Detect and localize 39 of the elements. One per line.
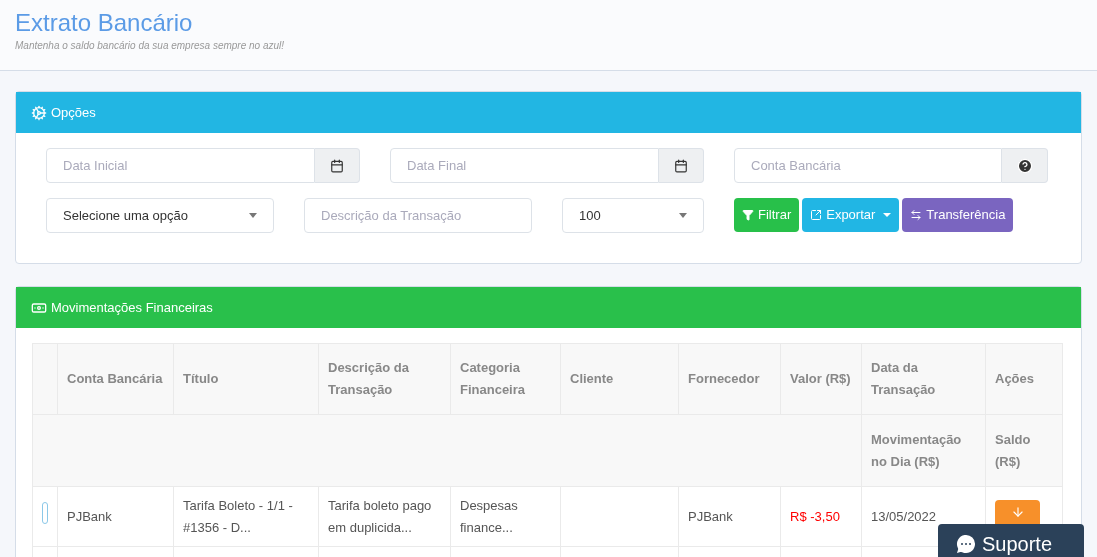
column-header: Ações (985, 343, 1063, 415)
table-cell: PJBank (57, 486, 174, 547)
table-cell: Despesas finance... (450, 486, 561, 547)
page-size-select[interactable]: 100 (562, 198, 704, 233)
column-header: Saldo (R$) (985, 414, 1063, 487)
date-field[interactable]: Data Final (390, 148, 659, 183)
table-cell: R$ -3,50 (780, 486, 862, 547)
help-addon[interactable] (1002, 148, 1048, 183)
column-header: Cliente (560, 343, 679, 415)
calendar-addon[interactable] (315, 148, 360, 183)
column-header: Data da Transação (861, 343, 986, 415)
calendar-icon (330, 158, 344, 173)
calendar-icon (674, 158, 688, 173)
column-header: Conta Bancária (57, 343, 174, 415)
column-header: Fornecedor (678, 343, 781, 415)
panel-title: Opções (51, 103, 96, 122)
column-header: Descrição da Transação (318, 343, 451, 415)
transfer-button[interactable]: Transferência (902, 198, 1014, 232)
caret-icon (883, 213, 892, 217)
panel-title: Movimentações Financeiras (51, 298, 213, 317)
page-subtitle: Mantenha o saldo bancário da sua empresa sempre no azul! (15, 39, 286, 53)
export-icon (810, 209, 823, 221)
calendar-addon[interactable] (659, 148, 704, 183)
column-header: Categoria Financeira (450, 343, 561, 415)
type-select[interactable]: Selecione uma opção (46, 198, 274, 233)
column-header: Valor (R$) (780, 343, 862, 415)
column-header: Título (173, 343, 319, 415)
table-cell: Tarifa Boleto - 1/1 - #1356 - D... (173, 486, 319, 547)
table-cell: PJBank (678, 486, 781, 547)
help-icon (1016, 157, 1033, 174)
filter-icon (742, 209, 754, 221)
description-field[interactable]: Descrição da Transação (304, 198, 532, 233)
transfer-icon (910, 209, 923, 221)
date-field[interactable]: Data Inicial (46, 148, 315, 183)
account-field[interactable]: Conta Bancária (734, 148, 1002, 183)
column-header: Movimentação no Dia (R$) (861, 414, 986, 487)
bank-logo-icon (42, 502, 48, 524)
table-cell: Tarifa boleto pago em duplicida... (318, 486, 451, 547)
page-title: Extrato Bancário (15, 8, 194, 38)
